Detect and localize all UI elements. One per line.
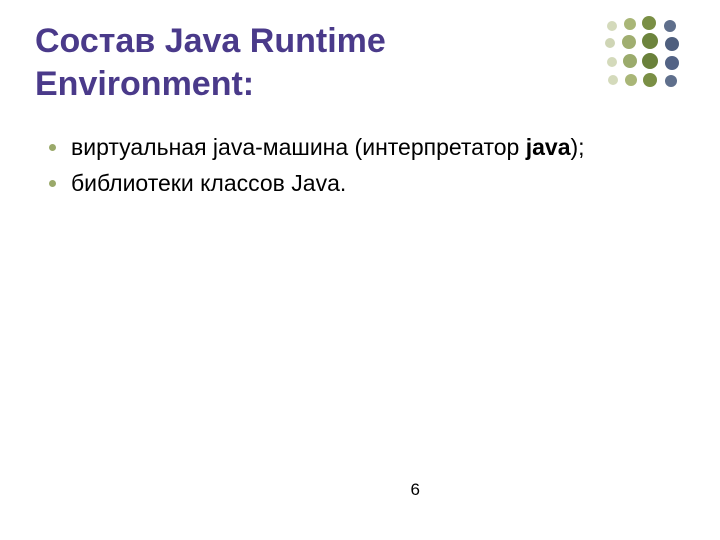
decoration-dot — [642, 53, 658, 69]
decoration-dot — [665, 56, 679, 70]
bullet-item: библиотеки классов Java. — [43, 169, 685, 199]
bullet-text-post: ); — [570, 134, 584, 160]
slide: Состав Java Runtime Environment: виртуал… — [0, 0, 720, 540]
decoration-dot — [608, 75, 618, 85]
bullet-text-bold: java — [526, 134, 571, 160]
decoration-dot — [607, 57, 617, 67]
decoration-dot — [665, 75, 677, 87]
decoration-dot — [643, 73, 657, 87]
bullet-item: виртуальная java-машина (интерпретатор j… — [43, 133, 685, 163]
decoration-dot — [642, 33, 658, 49]
decoration-dot — [642, 16, 656, 30]
decoration-dot — [622, 35, 636, 49]
bullet-text-pre: виртуальная java-машина (интерпретатор — [71, 134, 526, 160]
decoration-dot — [664, 20, 676, 32]
corner-decoration — [582, 18, 702, 108]
bullet-list: виртуальная java-машина (интерпретатор j… — [35, 133, 685, 199]
decoration-dot — [605, 38, 615, 48]
decoration-dot — [665, 37, 679, 51]
bullet-text-pre: библиотеки классов Java. — [71, 170, 346, 196]
decoration-dot — [625, 74, 637, 86]
decoration-dot — [624, 18, 636, 30]
decoration-dot — [607, 21, 617, 31]
decoration-dot — [623, 54, 637, 68]
page-number: 6 — [411, 480, 420, 500]
slide-title: Состав Java Runtime Environment: — [35, 20, 595, 105]
